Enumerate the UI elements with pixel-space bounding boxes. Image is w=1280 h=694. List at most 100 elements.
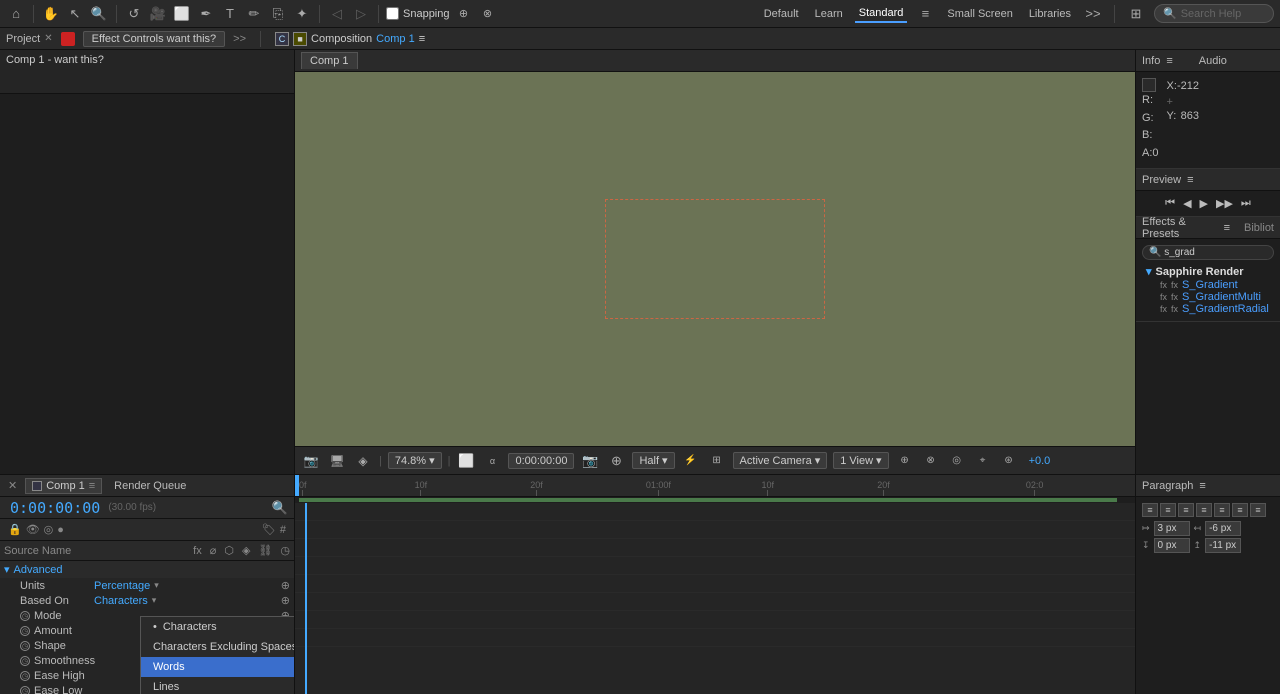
preview-play[interactable]: ▶ [1200,197,1208,210]
workspace-standard[interactable]: Standard [855,5,908,23]
workspace-small-screen[interactable]: Small Screen [943,6,1016,22]
workspace-menu-icon[interactable]: ≡ [915,4,935,24]
vc-extra-1[interactable]: ⊕ [895,451,915,471]
info-menu-icon[interactable]: ≡ [1166,55,1172,67]
align-justify[interactable]: ≡ [1196,503,1212,517]
ease-low-anim-icon[interactable]: ◷ [20,686,30,694]
tl-motion-icon[interactable]: ⌀ [210,544,217,557]
zoom-tool[interactable]: 🔍 [89,4,109,24]
vc-3d-icon[interactable]: ◈ [353,451,373,471]
paint-tool[interactable]: ✏ [244,4,264,24]
dropdown-characters[interactable]: Characters [141,617,294,637]
vc-extra-5[interactable]: ⊛ [999,451,1019,471]
smoothness-anim-icon[interactable]: ◷ [20,656,30,666]
preview-forward[interactable]: ▶▶ [1216,197,1233,210]
comp-menu-icon[interactable]: ≡ [419,33,425,45]
snap-icon-2[interactable]: ⊗ [478,4,498,24]
vc-tl-icon[interactable]: ⊞ [707,451,727,471]
comp-timeline-tab[interactable]: Comp 1 ≡ [25,478,102,494]
home-icon[interactable]: ⌂ [6,4,26,24]
preview-skip-back[interactable]: ⏮ [1165,197,1175,210]
vc-extra-4[interactable]: ⌖ [973,451,993,471]
rotate-tool[interactable]: ↺ [124,4,144,24]
para-menu-icon[interactable]: ≡ [1199,480,1205,492]
shape-tool[interactable]: ⬜ [172,4,192,24]
motion-tool-2[interactable]: ▷ [351,4,371,24]
vc-extra-2[interactable]: ⊗ [921,451,941,471]
view-btn[interactable]: 1 View ▾ [833,452,888,469]
select-tool[interactable]: ↖ [65,4,85,24]
based-on-dropdown-arrow[interactable]: ▾ [152,595,157,606]
close-icon[interactable]: ✕ [8,479,17,492]
dropdown-characters-excl[interactable]: Characters Excluding Spaces [141,637,294,657]
layout-icon[interactable]: ⊞ [1126,4,1146,24]
s-gradient-multi-item[interactable]: fx fx S_GradientMulti [1142,291,1274,303]
puppet-tool[interactable]: ✦ [292,4,312,24]
units-dropdown-arrow[interactable]: ▾ [154,580,159,591]
preview-back[interactable]: ◀ [1183,197,1191,210]
snapping-toggle[interactable]: Snapping [386,7,450,20]
based-on-value[interactable]: Characters [94,595,148,607]
align-left[interactable]: ≡ [1142,503,1158,517]
vc-region-icon[interactable]: ⬜ [456,451,476,471]
comp-viewport-tab[interactable]: Comp 1 [301,52,358,69]
mode-anim-icon[interactable]: ◷ [20,611,30,621]
snap-icon-1[interactable]: ⊕ [454,4,474,24]
vc-extra-3[interactable]: ◎ [947,451,967,471]
shape-anim-icon[interactable]: ◷ [20,641,30,651]
units-options-icon[interactable]: ⊕ [281,579,290,592]
dropdown-words[interactable]: Words [141,657,294,677]
sapphire-render-folder[interactable]: ▾ Sapphire Render [1142,264,1274,279]
s-gradient-radial-item[interactable]: fx fx S_GradientRadial [1142,303,1274,315]
comp-timeline-menu[interactable]: ≡ [89,480,95,492]
based-on-options-icon[interactable]: ⊕ [281,594,290,607]
s-gradient-item[interactable]: fx fx S_Gradient [1142,279,1274,291]
align-justify-last-right[interactable]: ≡ [1250,503,1266,517]
tl-eye-icon[interactable]: 👁 [26,523,40,536]
tl-shapes-icon[interactable]: ⬡ [224,544,234,557]
space-after-val[interactable] [1205,538,1241,553]
effect-controls-tab[interactable]: Effect Controls want this? [83,31,226,47]
effects-menu-icon[interactable]: ≡ [1224,222,1230,234]
clone-tool[interactable]: ⎘ [268,4,288,24]
units-value[interactable]: Percentage [94,580,150,592]
tl-search-icon[interactable]: 🔍 [270,498,290,518]
vc-camera-icon[interactable]: 📷 [580,451,600,471]
snapping-checkbox[interactable] [386,7,399,20]
hand-tool[interactable]: ✋ [41,4,61,24]
vc-snapshot-icon[interactable]: 📷 [301,451,321,471]
tl-solo-icon[interactable]: ◎ [44,523,54,536]
tl-hash-icon[interactable]: # [280,524,286,536]
tl-clock-icon[interactable]: ◷ [280,544,290,557]
tl-tag-icon[interactable]: 🏷 [262,523,276,536]
tl-link-icon[interactable]: ⛓ [258,544,272,557]
space-before-val[interactable] [1154,538,1190,553]
project-close[interactable]: ✕ [44,33,52,44]
workspace-default[interactable]: Default [760,6,803,22]
motion-tool-1[interactable]: ◁ [327,4,347,24]
workspace-learn[interactable]: Learn [811,6,847,22]
align-justify-last-left[interactable]: ≡ [1232,503,1248,517]
indent-right-val[interactable] [1205,521,1241,536]
vc-fast-preview-icon[interactable]: ⚡ [681,451,701,471]
tl-fx-icon[interactable]: fx [193,545,202,557]
preview-skip-forward[interactable]: ⏭ [1241,197,1251,210]
search-box[interactable]: 🔍 Search Help [1154,4,1274,23]
advanced-section-header[interactable]: ▾ Advanced [0,561,294,578]
dropdown-lines[interactable]: Lines [141,677,294,694]
ease-high-anim-icon[interactable]: ◷ [20,671,30,681]
tl-blur-icon[interactable]: ◈ [242,544,250,557]
tl-render-icon[interactable]: ● [57,524,64,536]
align-center[interactable]: ≡ [1160,503,1176,517]
vc-monitor-icon[interactable]: 🖥 [327,451,347,471]
quality-btn[interactable]: Half ▾ [632,452,674,469]
workspace-overflow[interactable]: >> [1083,4,1103,24]
align-justify-all[interactable]: ≡ [1214,503,1230,517]
vc-alpha-icon[interactable]: α [482,451,502,471]
align-right[interactable]: ≡ [1178,503,1194,517]
camera-orbit-tool[interactable]: 🎥 [148,4,168,24]
camera-btn[interactable]: Active Camera ▾ [733,452,828,469]
amount-anim-icon[interactable]: ◷ [20,626,30,636]
panel-expand-icon[interactable]: >> [233,33,246,45]
vc-grid-icon[interactable]: ⊕ [606,451,626,471]
